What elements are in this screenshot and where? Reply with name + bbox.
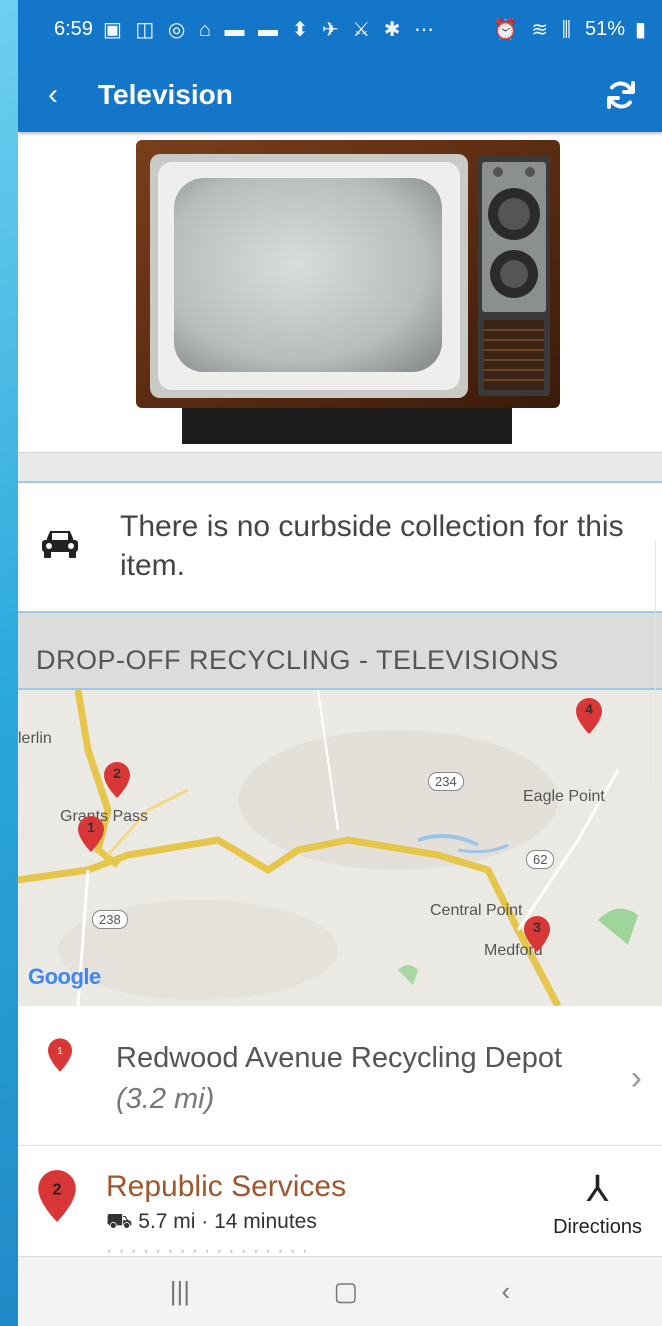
route-shield-62: 62 xyxy=(526,850,555,869)
television-image xyxy=(136,140,560,444)
car-icon: ⛟ xyxy=(106,1210,133,1234)
system-nav-bar: ||| ▢ ‹ xyxy=(18,1256,662,1326)
directions-label: Directions xyxy=(553,1216,642,1239)
curbside-message: There is no curbside collection for this… xyxy=(120,510,624,582)
refresh-icon[interactable] xyxy=(598,72,644,118)
recent-apps-icon[interactable]: ||| xyxy=(170,1276,190,1307)
separator xyxy=(18,452,662,483)
map-pin-3[interactable]: 3 xyxy=(524,916,550,952)
scroll-indicator xyxy=(655,538,662,788)
battery-icon: ▮ xyxy=(634,18,646,41)
drive-info: 5.7 mi · 14 minutes xyxy=(138,1210,317,1234)
status-bar: 6:59 ▣ ◫ ◎ ⌂ ▬ ▬ ⬍ ✈ ⚔ ✱ ⋯ ⏰ ≋ ⫼ 51% ▮ xyxy=(18,0,662,58)
map-label-eagle-point: Eagle Point xyxy=(523,788,605,805)
directions-button[interactable]: ⅄ Directions xyxy=(553,1168,642,1239)
status-time: 6:59 xyxy=(54,17,93,40)
battery-level: 51% xyxy=(584,17,625,40)
section-title: DROP-OFF RECYCLING - TELEVISIONS xyxy=(18,613,662,690)
notification-icons: ▣ ◫ ◎ ⌂ ▬ ▬ ⬍ ✈ ⚔ ✱ ⋯ xyxy=(102,18,439,41)
system-icons: ⏰ ≋ ⫼ xyxy=(492,18,575,41)
map-label-central-point: Central Point xyxy=(430,902,523,919)
map-label-merlin: lerlin xyxy=(18,730,52,747)
curbside-notice: There is no curbside collection for this… xyxy=(18,483,662,613)
svg-text:2: 2 xyxy=(53,1182,62,1199)
map-pin-4[interactable]: 4 xyxy=(576,698,602,734)
google-logo: Google xyxy=(28,964,101,989)
location-name: Redwood Avenue Recycling Depot xyxy=(116,1042,563,1074)
map-pin-2[interactable]: 2 xyxy=(104,762,130,798)
directions-icon: ⅄ xyxy=(586,1168,609,1210)
map-roads xyxy=(18,690,662,1006)
map-view[interactable]: lerlin Grants Pass Eagle Point Central P… xyxy=(18,690,662,1006)
location-pin-icon: 1 xyxy=(48,1038,72,1077)
location-distance: (3.2 mi) xyxy=(116,1082,215,1115)
svg-text:1: 1 xyxy=(57,1046,63,1057)
location-name[interactable]: Republic Services xyxy=(106,1170,346,1204)
back-arrow-icon[interactable]: ‹ xyxy=(48,78,98,112)
back-icon[interactable]: ‹ xyxy=(502,1276,511,1307)
route-shield-238: 238 xyxy=(92,910,128,929)
map-label-grants-pass: Grants Pass xyxy=(60,808,149,825)
page-title: Television xyxy=(98,79,233,110)
car-icon xyxy=(40,527,80,566)
app-bar: ‹ Television xyxy=(18,58,662,132)
list-item[interactable]: 1 Redwood Avenue Recycling Depot (3.2 mi… xyxy=(18,1006,662,1147)
chevron-right-icon: › xyxy=(630,1059,642,1098)
item-image xyxy=(18,132,662,452)
route-shield-234: 234 xyxy=(428,772,464,791)
phone-screen: 6:59 ▣ ◫ ◎ ⌂ ▬ ▬ ⬍ ✈ ⚔ ✱ ⋯ ⏰ ≋ ⫼ 51% ▮ ‹… xyxy=(18,0,662,1326)
home-icon[interactable]: ▢ xyxy=(333,1276,358,1307)
map-pin-1[interactable]: 1 xyxy=(78,816,104,852)
